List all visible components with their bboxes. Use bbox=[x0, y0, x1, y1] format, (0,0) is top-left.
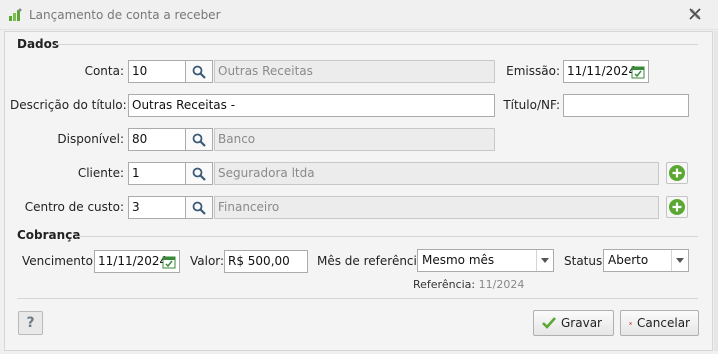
disponivel-label: Disponível: bbox=[57, 132, 124, 146]
status-select[interactable]: Aberto bbox=[603, 249, 689, 272]
search-icon bbox=[192, 133, 206, 147]
close-icon[interactable] bbox=[689, 8, 701, 20]
add-cliente-button[interactable] bbox=[666, 162, 688, 184]
valor-label: Valor: bbox=[190, 254, 225, 268]
mes-referencia-select[interactable]: Mesmo mês bbox=[417, 249, 554, 272]
app-bars-icon bbox=[9, 8, 22, 21]
search-icon bbox=[192, 201, 206, 215]
vencimento-date-value: 11/11/2024 bbox=[98, 254, 168, 268]
centro-custo-code-input[interactable]: 3 bbox=[128, 196, 186, 219]
emissao-date-value: 11/11/2024 bbox=[567, 64, 637, 78]
section-title-cobranca: Cobrança bbox=[17, 228, 81, 242]
referencia-info: Referência: 11/2024 bbox=[413, 278, 524, 291]
search-icon bbox=[192, 167, 206, 181]
cliente-name-field: Seguradora ltda bbox=[214, 162, 659, 185]
side-strip bbox=[714, 31, 718, 351]
conta-code-input[interactable]: 10 bbox=[128, 60, 186, 83]
descricao-input[interactable]: Outras Receitas - bbox=[128, 94, 495, 117]
emissao-label: Emissão: bbox=[506, 64, 560, 78]
conta-label: Conta: bbox=[84, 64, 124, 78]
help-button[interactable]: ? bbox=[18, 311, 43, 335]
mes-referencia-label: Mês de referência: bbox=[317, 254, 429, 268]
disponivel-code-input[interactable]: 80 bbox=[128, 128, 186, 151]
centro-custo-label: Centro de custo: bbox=[24, 200, 124, 214]
titulo-nf-input[interactable] bbox=[563, 94, 689, 117]
referencia-label: Referência: bbox=[413, 278, 476, 291]
section-divider bbox=[76, 236, 698, 237]
chevron-down-icon bbox=[671, 250, 688, 271]
conta-name-field: Outras Receitas bbox=[214, 60, 495, 83]
footer-divider bbox=[17, 298, 698, 299]
status-value: Aberto bbox=[608, 253, 649, 267]
descricao-label: Descrição do título: bbox=[10, 98, 127, 112]
chevron-down-icon bbox=[536, 250, 553, 271]
save-label: Gravar bbox=[561, 316, 602, 330]
checkmark-icon bbox=[542, 317, 556, 329]
calendar-icon bbox=[162, 256, 176, 268]
cliente-code-input[interactable]: 1 bbox=[128, 162, 186, 185]
add-icon bbox=[669, 199, 685, 215]
section-title-dados: Dados bbox=[17, 37, 60, 51]
cliente-search-button[interactable] bbox=[185, 162, 213, 185]
calendar-icon bbox=[631, 66, 645, 78]
title-bar: Lançamento de conta a receber bbox=[0, 0, 718, 30]
titulo-nf-label: Título/NF: bbox=[503, 98, 560, 112]
section-divider bbox=[56, 44, 698, 45]
cancel-button[interactable]: Cancelar bbox=[620, 310, 699, 336]
add-icon bbox=[669, 165, 685, 181]
cancel-x-icon bbox=[629, 321, 632, 325]
vencimento-calendar-button[interactable] bbox=[160, 251, 178, 272]
cliente-label: Cliente: bbox=[77, 166, 124, 180]
help-icon: ? bbox=[26, 315, 35, 331]
cancel-label: Cancelar bbox=[637, 316, 690, 330]
add-centro-custo-button[interactable] bbox=[666, 196, 688, 218]
window-title: Lançamento de conta a receber bbox=[29, 8, 221, 22]
valor-input[interactable]: R$ 500,00 bbox=[224, 250, 308, 273]
save-button[interactable]: Gravar bbox=[533, 310, 614, 336]
emissao-calendar-button[interactable] bbox=[629, 61, 647, 82]
centro-custo-search-button[interactable] bbox=[185, 196, 213, 219]
centro-custo-name-field: Financeiro bbox=[214, 196, 659, 219]
disponivel-search-button[interactable] bbox=[185, 128, 213, 151]
vencimento-label: Vencimento: bbox=[22, 254, 97, 268]
conta-search-button[interactable] bbox=[185, 60, 213, 83]
mes-referencia-value: Mesmo mês bbox=[422, 253, 495, 267]
status-label: Status: bbox=[564, 254, 607, 268]
search-icon bbox=[192, 65, 206, 79]
disponivel-name-field: Banco bbox=[214, 128, 495, 151]
referencia-value: 11/2024 bbox=[478, 278, 525, 291]
